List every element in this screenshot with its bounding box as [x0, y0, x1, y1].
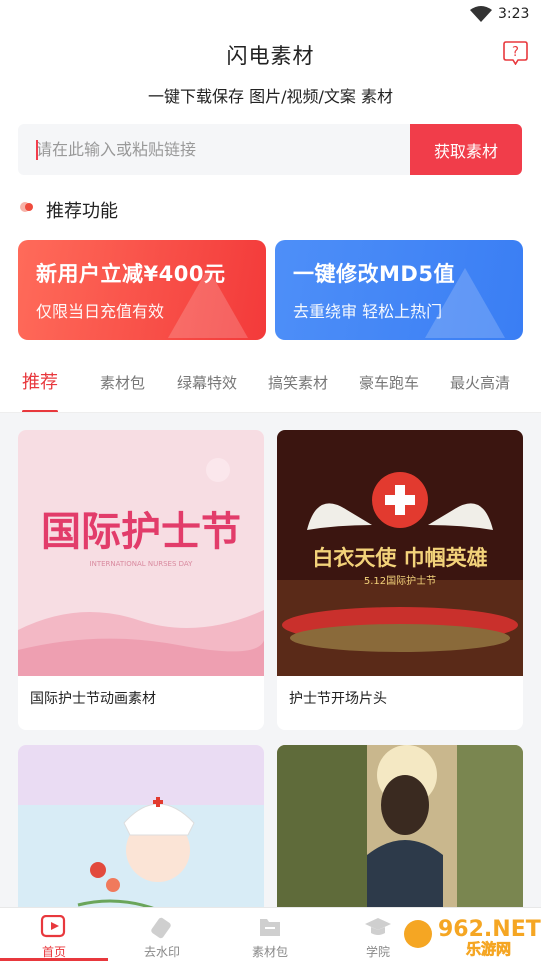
md5-promo-card[interactable]: 一键修改MD5值 去重绕审 轻松上热门 [275, 240, 523, 340]
folder-icon [260, 919, 280, 936]
tab-luxury-cars[interactable]: 豪车跑车 [359, 372, 419, 393]
graduation-cap-icon [365, 918, 391, 935]
link-input[interactable] [36, 124, 406, 175]
site-watermark-logo: 962.NET 乐游网 [404, 917, 541, 958]
svg-text:乐游网: 乐游网 [466, 940, 511, 958]
page-subtitle: 一键下载保存 图片/视频/文案 素材 [148, 87, 393, 106]
svg-text:?: ? [512, 45, 519, 60]
card-title: 国际护士节动画素材 [30, 691, 156, 707]
status-bar: 3:23 [0, 0, 541, 30]
thumb-title-text: 国际护士节 [41, 509, 241, 555]
tab-funny[interactable]: 搞笑素材 [268, 372, 328, 393]
home-play-icon [40, 915, 66, 938]
material-card[interactable] [277, 745, 523, 915]
tab-recommend[interactable]: 推荐 [22, 368, 58, 394]
material-card[interactable] [18, 745, 264, 915]
wifi-icon [470, 6, 492, 22]
material-card[interactable]: 国际护士节 INTERNATIONAL NURSES DAY 国际护士节动画素材 [18, 430, 264, 730]
promo-subtitle: 仅限当日充值有效 [36, 302, 165, 321]
app-title: 闪电素材 [226, 44, 315, 68]
new-user-promo-card[interactable]: 新用户立减¥400元 仅限当日充值有效 [18, 240, 266, 340]
material-card[interactable]: 白衣天使 巾帼英雄 5.12国际护士节 护士节开场片头 [277, 430, 523, 730]
card-thumbnail: 白衣天使 巾帼英雄 5.12国际护士节 [277, 430, 523, 676]
nav-label: 素材包 [251, 945, 288, 959]
tab-green-screen[interactable]: 绿幕特效 [177, 372, 237, 393]
recommend-section-title: 推荐功能 [46, 201, 118, 222]
svg-text:962.NET: 962.NET [438, 917, 541, 942]
card-thumbnail: 国际护士节 INTERNATIONAL NURSES DAY [18, 430, 264, 676]
thumb-caption-text: INTERNATIONAL NURSES DAY [90, 560, 194, 568]
eraser-icon [151, 917, 171, 939]
nav-material-pack[interactable]: 素材包 [216, 908, 324, 961]
nav-remove-watermark[interactable]: 去水印 [108, 908, 216, 961]
text-cursor [36, 140, 38, 160]
card-thumbnail [18, 745, 264, 915]
nav-home[interactable]: 首页 [0, 908, 108, 961]
status-time: 3:23 [498, 6, 530, 22]
section-dot-icon [20, 202, 33, 212]
tab-hd[interactable]: 最火高清 [450, 372, 510, 393]
help-icon[interactable]: ? [503, 40, 528, 65]
promo-subtitle: 去重绕审 轻松上热门 [293, 302, 443, 321]
promo-title: 一键修改MD5值 [293, 262, 455, 286]
search-bar: 获取素材 [18, 124, 522, 175]
thumb-caption-text: 5.12国际护士节 [364, 574, 436, 587]
promo-title: 新用户立减¥400元 [36, 262, 226, 286]
thumb-title-text: 白衣天使 巾帼英雄 [312, 546, 487, 570]
category-tabs: 推荐 素材包 绿幕特效 搞笑素材 豪车跑车 最火高清 [0, 364, 541, 404]
card-title: 护士节开场片头 [289, 691, 387, 707]
card-thumbnail [277, 745, 523, 915]
tab-material-pack[interactable]: 素材包 [100, 372, 145, 393]
nav-label: 去水印 [143, 945, 180, 959]
get-material-button[interactable]: 获取素材 [410, 124, 522, 175]
